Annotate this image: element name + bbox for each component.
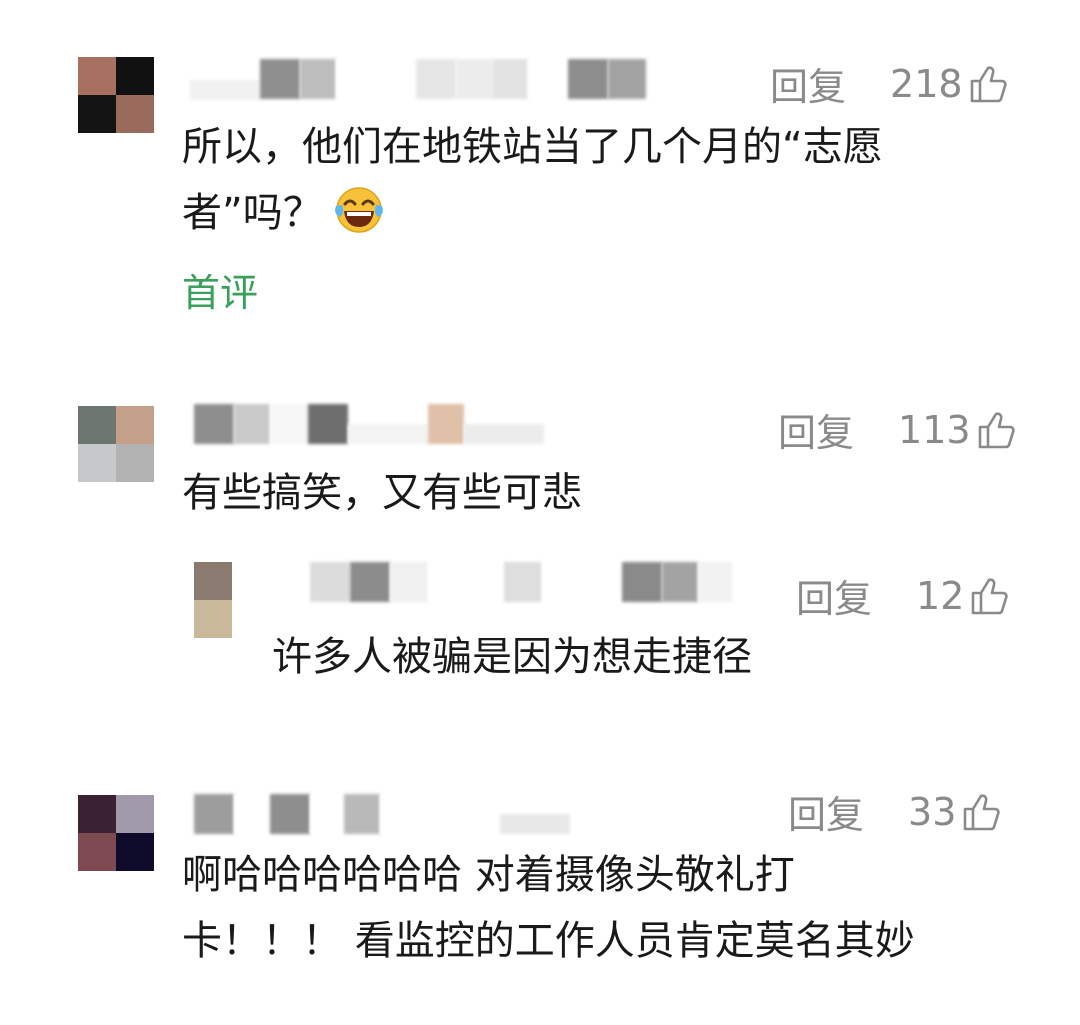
- laughing-tears-emoji-icon: [334, 187, 383, 233]
- username[interactable]: [310, 562, 732, 602]
- comment-meta: 回复 12: [796, 568, 1010, 623]
- like-count: 33: [908, 789, 957, 834]
- avatar-tile: [116, 795, 154, 833]
- avatar-tile: [78, 95, 116, 133]
- avatar-tile: [78, 444, 116, 482]
- thumbs-up-icon[interactable]: [970, 576, 1010, 616]
- reply-button[interactable]: 回复: [770, 56, 846, 111]
- avatar-tile: [116, 95, 154, 133]
- comment-meta: 回复 113: [778, 402, 1017, 457]
- like-count: 218: [890, 61, 963, 106]
- username[interactable]: [194, 404, 544, 444]
- thumbs-up-icon[interactable]: [969, 64, 1009, 104]
- username[interactable]: [190, 58, 646, 100]
- comment-meta: 回复 218: [770, 56, 1009, 111]
- reply-button[interactable]: 回复: [788, 784, 864, 839]
- thumbs-up-icon[interactable]: [977, 410, 1017, 450]
- comment-text: 啊哈哈哈哈哈哈 对着摄像头敬礼打: [182, 852, 795, 898]
- thumbs-up-icon[interactable]: [962, 792, 1002, 832]
- comment-text: 者”吗？: [182, 180, 385, 246]
- avatar-tile: [116, 444, 154, 482]
- avatar-tile: [116, 57, 154, 95]
- like-count: 113: [898, 407, 971, 452]
- avatar-tile: [194, 562, 232, 600]
- avatar-tile: [78, 57, 116, 95]
- avatar-tile: [78, 406, 116, 444]
- reply-button[interactable]: 回复: [796, 568, 872, 623]
- avatar[interactable]: [78, 406, 154, 482]
- comment-meta: 回复 33: [788, 784, 1002, 839]
- comment-text: 有些搞笑，又有些可悲: [182, 470, 582, 516]
- username[interactable]: [194, 794, 570, 834]
- avatar[interactable]: [78, 57, 154, 133]
- reply-button[interactable]: 回复: [778, 402, 854, 457]
- avatar-tile: [116, 833, 154, 871]
- avatar[interactable]: [78, 795, 154, 871]
- avatar-tile: [78, 833, 116, 871]
- first-comment-tag: 首评: [182, 271, 259, 315]
- comment-text: 所以，他们在地铁站当了几个月的“志愿: [182, 124, 883, 170]
- avatar-tile: [116, 406, 154, 444]
- avatar[interactable]: [194, 562, 232, 638]
- like-count: 12: [916, 573, 965, 618]
- comment-text: 许多人被骗是因为想走捷径: [272, 634, 752, 680]
- comment-text-line: 者”吗？: [182, 190, 323, 236]
- comment-text: 卡！！！ 看监控的工作人员肯定莫名其妙: [182, 918, 915, 964]
- avatar-tile: [194, 600, 232, 638]
- avatar-tile: [78, 795, 116, 833]
